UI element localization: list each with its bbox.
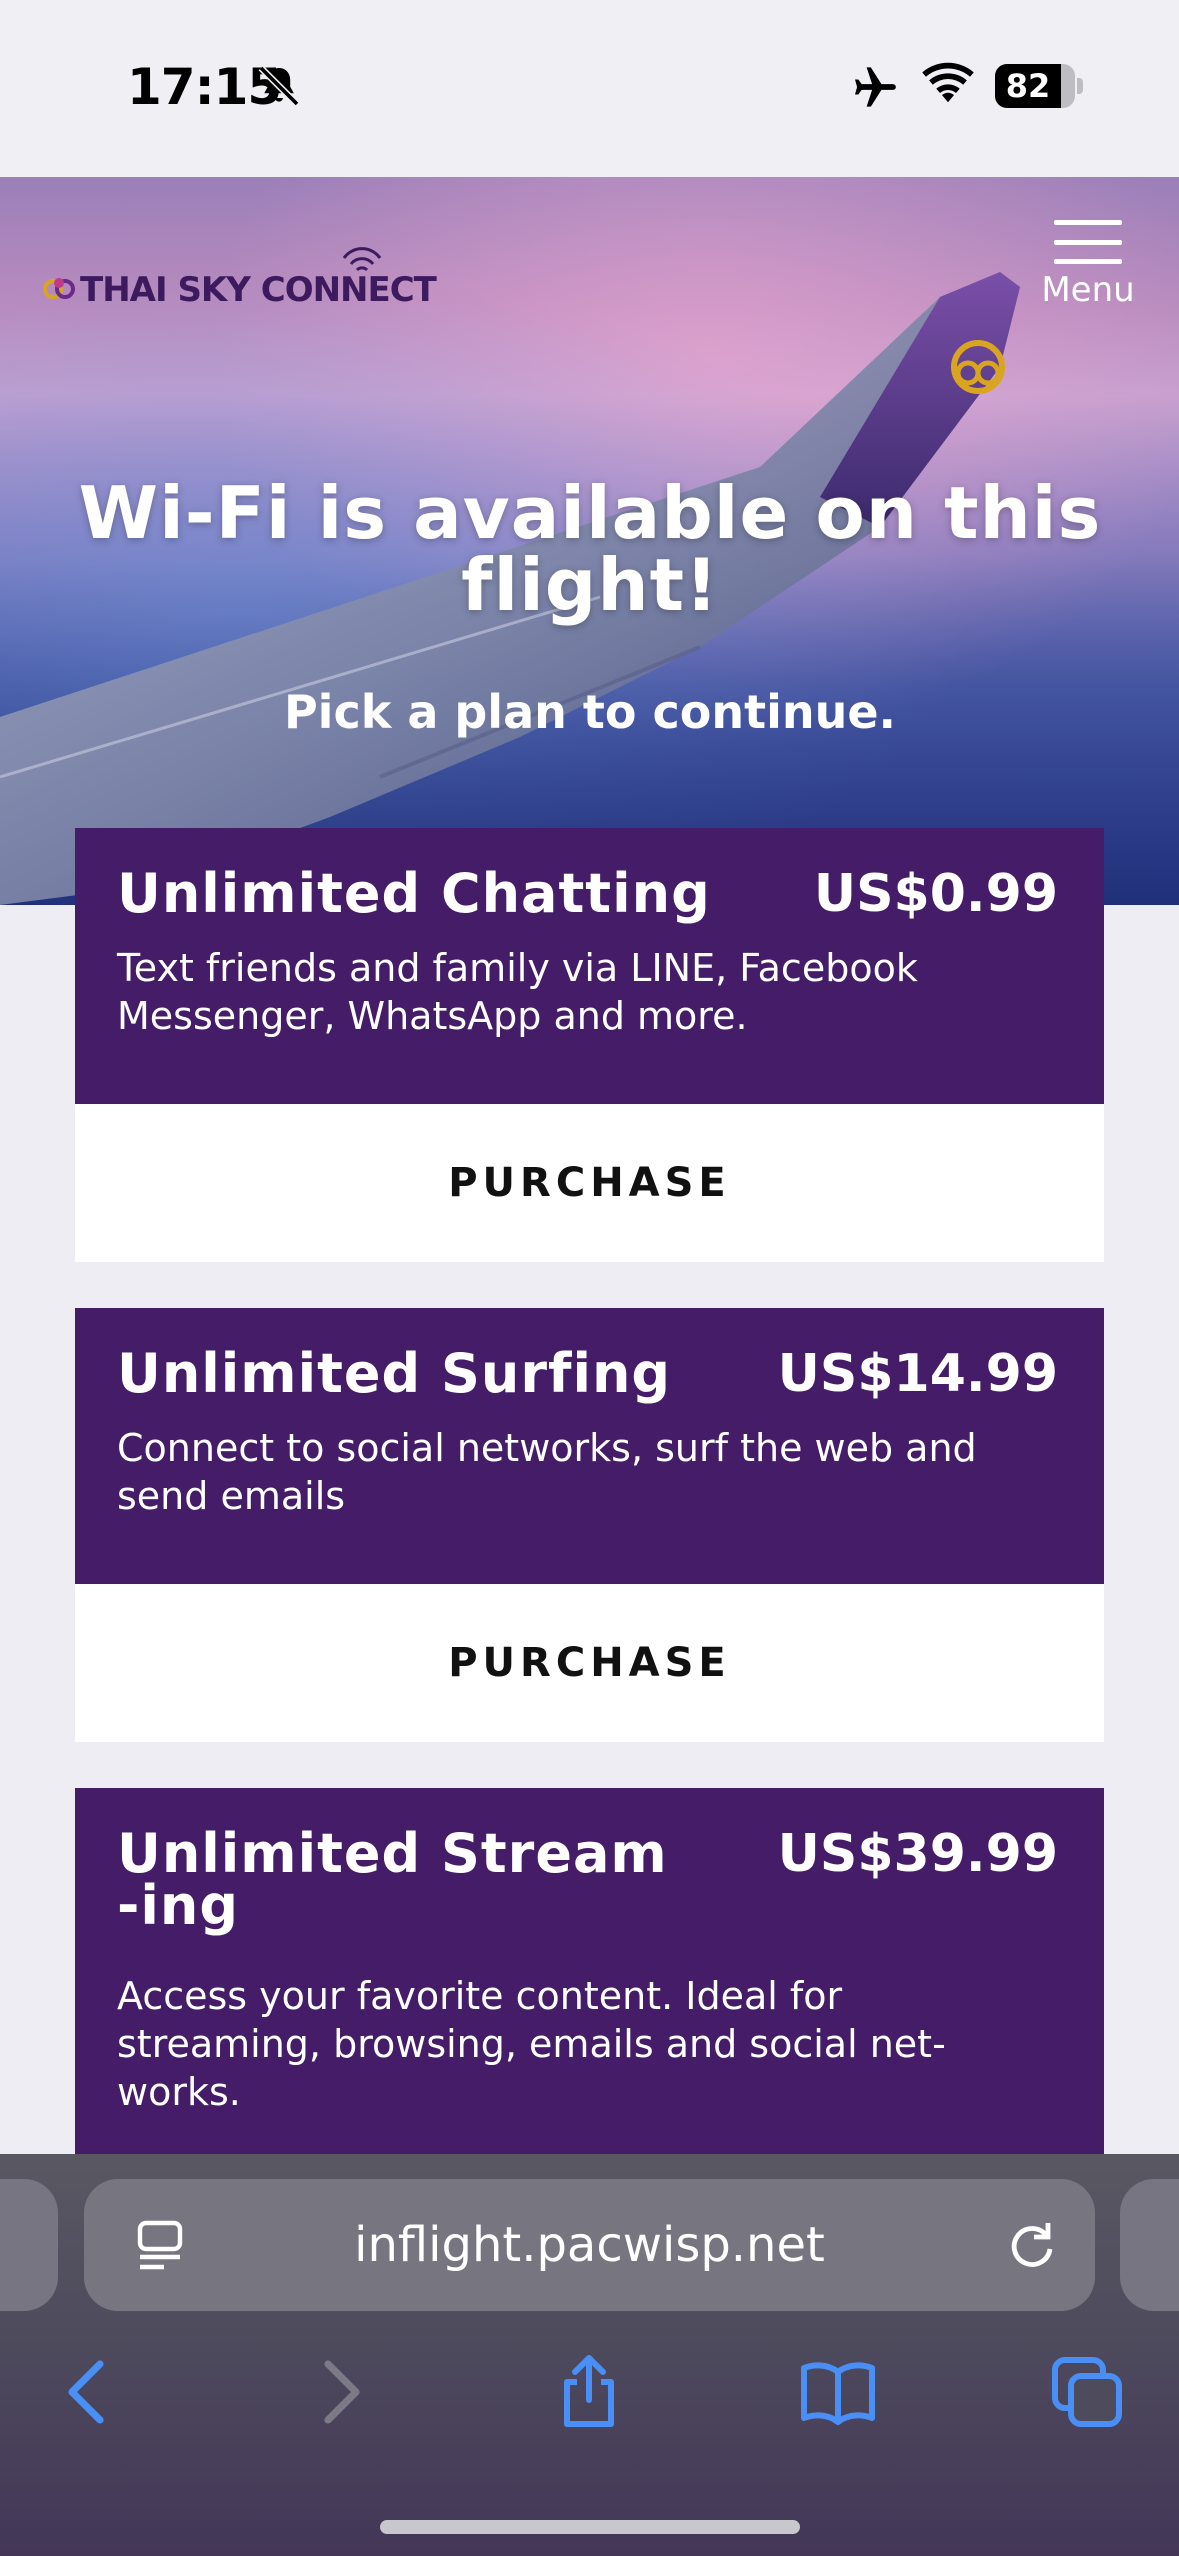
- plan-description: Connect to social networks, surf the web…: [117, 1426, 977, 1518]
- next-tab-peek[interactable]: [1120, 2179, 1179, 2311]
- previous-tab-peek[interactable]: [0, 2179, 58, 2311]
- menu-label: Menu: [1041, 270, 1135, 310]
- plan-header: Unlimited Stream-ing US$39.99 Access you…: [75, 1788, 1104, 2168]
- battery-cap: [1077, 78, 1083, 94]
- plan-name: Unlimited Surfing: [117, 1342, 672, 1405]
- plan-header: Unlimited Surfing US$14.99 Connect to so…: [75, 1308, 1104, 1584]
- plan-name: Unlimited Chatting: [117, 862, 711, 925]
- page-menu-icon[interactable]: [134, 2219, 186, 2273]
- bookmarks-icon[interactable]: [798, 2352, 878, 2432]
- battery-level: 82: [1005, 67, 1051, 105]
- address-bar[interactable]: inflight.pacwisp.net: [84, 2179, 1095, 2311]
- bell-slash-icon: [258, 65, 300, 107]
- hero-subtitle: Pick a plan to continue.: [283, 685, 897, 739]
- url-text: inflight.pacwisp.net: [354, 2217, 825, 2273]
- airplane-icon: [855, 67, 896, 107]
- hamburger-menu-icon: [1054, 220, 1122, 264]
- browser-toolbar: inflight.pacwisp.net: [0, 2154, 1179, 2556]
- plan-header: Unlimited Chatting US$0.99 Text friends …: [75, 828, 1104, 1104]
- share-icon[interactable]: [549, 2352, 629, 2432]
- thai-emblem-icon: [43, 278, 75, 299]
- battery-icon: 82: [995, 64, 1075, 108]
- signal-waves-icon: [342, 247, 382, 272]
- menu-button[interactable]: Menu: [1030, 212, 1146, 312]
- plan-description: Text friends and family via LINE, Facebo…: [117, 946, 918, 1038]
- plan-name: Unlimited Stream-ing: [117, 1822, 668, 1937]
- back-icon[interactable]: [48, 2352, 128, 2432]
- purchase-button[interactable]: PURCHASE: [75, 1104, 1104, 1262]
- home-indicator[interactable]: [380, 2520, 800, 2534]
- plan-price: US$14.99: [777, 1344, 1058, 1404]
- purchase-button[interactable]: PURCHASE: [75, 1584, 1104, 1742]
- plan-price: US$0.99: [813, 864, 1058, 924]
- plan-price: US$39.99: [777, 1824, 1058, 1884]
- thai-sky-connect-logo[interactable]: THAI SKY CONNECT: [42, 222, 462, 312]
- plan-description: Access your favorite content. Ideal for …: [117, 1974, 946, 2114]
- status-bar: 17:15 82: [0, 0, 1179, 177]
- forward-icon[interactable]: [300, 2352, 380, 2432]
- hero-banner: THAI SKY CONNECT Menu Wi-Fi is available…: [0, 177, 1179, 905]
- tabs-icon[interactable]: [1047, 2352, 1127, 2432]
- hero-title: Wi-Fi is available on this flight!: [78, 471, 1102, 627]
- reload-icon[interactable]: [1004, 2217, 1060, 2273]
- wifi-icon: [922, 62, 974, 103]
